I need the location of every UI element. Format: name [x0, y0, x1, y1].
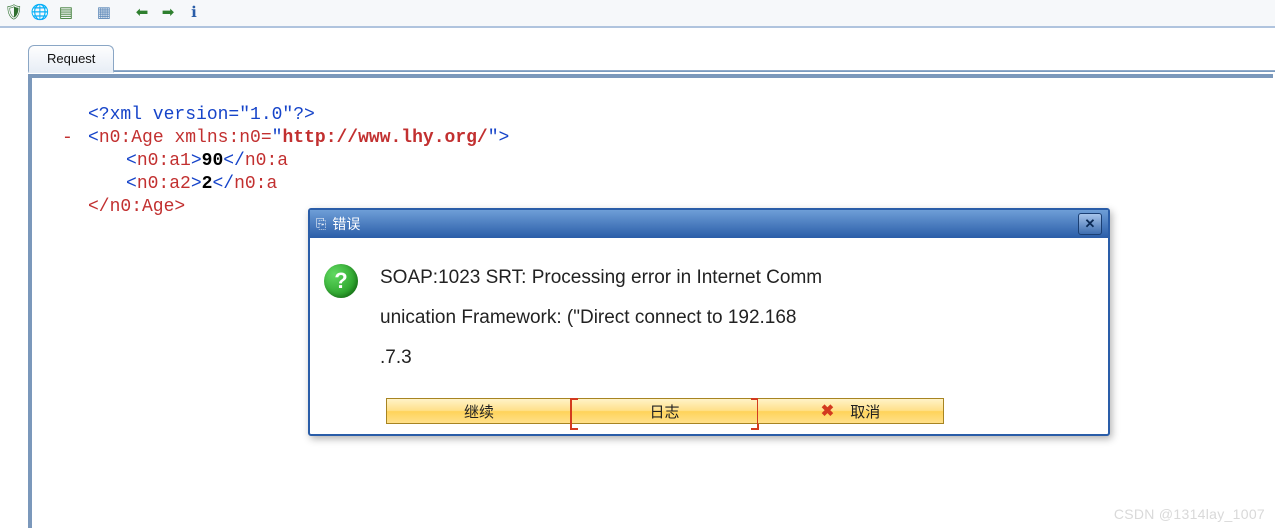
continue-button[interactable]: 继续	[386, 398, 572, 424]
import-left-icon[interactable]: ⬅	[132, 2, 152, 22]
a1-close-name: n0:a	[245, 151, 288, 171]
dialog-titlebar: ⎘ 错误 ✕	[310, 210, 1108, 238]
globe-stop-icon[interactable]: 🌐	[30, 2, 50, 22]
open-bracket: <	[88, 128, 99, 148]
xml-root-open-line: - <n0:Age xmlns:n0="http://www.lhy.org/"…	[32, 127, 1273, 150]
a2-value: 2	[202, 174, 213, 194]
attr-eq: =	[261, 128, 272, 148]
dialog-message: SOAP:1023 SRT: Processing error in Inter…	[380, 258, 1082, 378]
dialog-message-line3: .7.3	[380, 338, 1082, 378]
log-button[interactable]: 日志	[572, 398, 758, 424]
close-bracket: >	[499, 128, 510, 148]
export-right-icon[interactable]: ➡	[158, 2, 178, 22]
cancel-button[interactable]: ✖ 取消	[758, 398, 944, 424]
error-dialog: ⎘ 错误 ✕ ? SOAP:1023 SRT: Processing error…	[308, 208, 1110, 436]
dialog-message-line1: SOAP:1023 SRT: Processing error in Inter…	[380, 258, 1082, 298]
xml-declaration-line: <?xml version="1.0"?>	[32, 104, 1273, 127]
question-icon: ?	[324, 264, 358, 298]
a1-value: 90	[202, 151, 224, 171]
tree-icon[interactable]: ▤	[56, 2, 76, 22]
dialog-button-row: 继续 日志 ✖ 取消	[310, 394, 1108, 434]
gutter-cell	[32, 196, 88, 219]
root-tag-name: n0:Age	[99, 128, 164, 148]
log-button-label: 日志	[649, 401, 679, 422]
a2-tag-name: n0:a2	[137, 174, 191, 194]
attr-key: xmlns:n0	[174, 128, 260, 148]
dialog-title-icon: ⎘	[316, 216, 326, 232]
xml-a2-line: <n0:a2>2</n0:a	[32, 173, 1273, 196]
continue-button-label: 继续	[464, 401, 494, 422]
a2-open-close: >	[191, 174, 202, 194]
toolbar: 🛡 🌐 ▤ ▦ ⬅ ➡ ℹ	[0, 0, 1275, 28]
close-icon[interactable]: ✕	[1078, 213, 1102, 235]
attr-url: http://www.lhy.org/	[282, 128, 487, 148]
a1-open-bracket: <	[126, 151, 137, 171]
a2-close-open: </	[212, 174, 234, 194]
gutter-cell	[32, 173, 88, 196]
shield-check-icon[interactable]: 🛡	[4, 2, 24, 22]
info-icon[interactable]: ℹ	[184, 2, 204, 22]
cancel-x-icon: ✖	[821, 401, 834, 421]
tab-request[interactable]: Request	[28, 45, 114, 73]
a1-close-open: </	[223, 151, 245, 171]
xml-declaration: <?xml version="1.0"?>	[88, 105, 315, 125]
gutter-cell	[32, 104, 88, 127]
a1-open-close: >	[191, 151, 202, 171]
attr-quote-close: "	[488, 128, 499, 148]
collapse-toggle[interactable]: -	[32, 127, 88, 150]
dialog-title: 错误	[332, 214, 1072, 234]
cancel-button-label: 取消	[850, 401, 880, 422]
xml-viewer: <?xml version="1.0"?> - <n0:Age xmlns:n0…	[32, 78, 1273, 219]
a1-tag-name: n0:a1	[137, 151, 191, 171]
xml-a1-line: <n0:a1>90</n0:a	[32, 150, 1273, 173]
dialog-message-line2: unication Framework: ("Direct connect to…	[380, 298, 1082, 338]
tabstrip: Request	[0, 42, 1275, 72]
dialog-body: ? SOAP:1023 SRT: Processing error in Int…	[310, 238, 1108, 394]
a2-close-name: n0:a	[234, 174, 277, 194]
grid-icon[interactable]: ▦	[94, 2, 114, 22]
a2-open-bracket: <	[126, 174, 137, 194]
attr-quote: "	[272, 128, 283, 148]
gutter-cell	[32, 150, 88, 173]
root-close-tag: </n0:Age>	[88, 197, 185, 217]
